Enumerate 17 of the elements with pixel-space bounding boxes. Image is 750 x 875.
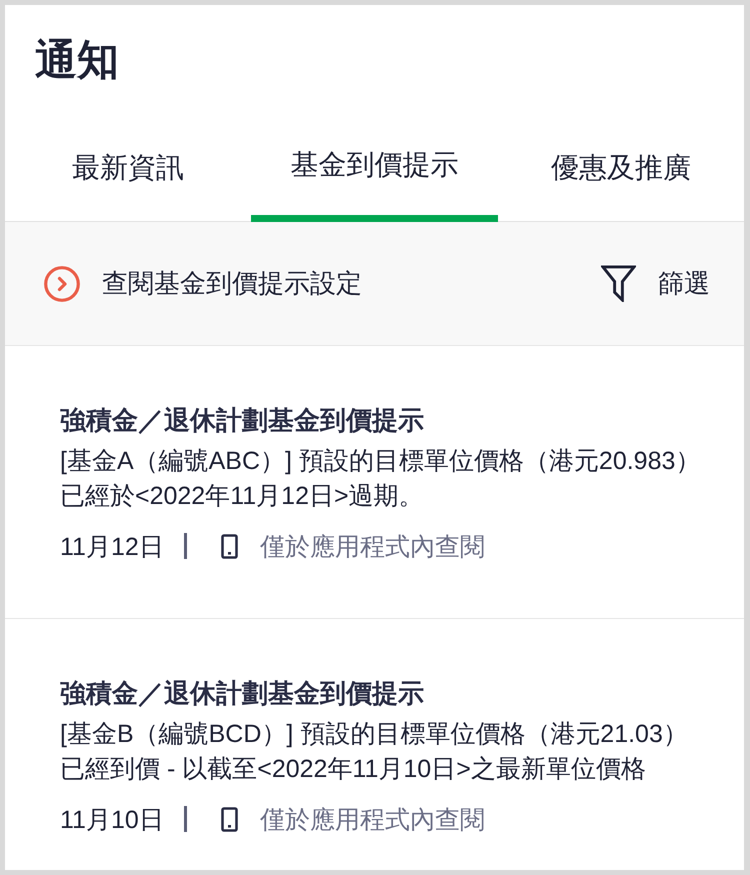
page-title: 通知 [35, 35, 119, 85]
notification-message: [基金A（編號ABC）] 預設的目標單位價格（港元20.983）已經於<2022年11月12日>過期。 [60, 446, 702, 512]
channel-label: 僅於應用程式內查閱 [260, 804, 485, 836]
settings-link[interactable]: 查閱基金到價提示設定 [44, 266, 362, 302]
notification-title: 強積金／退休計劃基金到價提示 [60, 677, 425, 710]
notification-date: 11月12日 [60, 532, 164, 562]
channel-label: 僅於應用程式內查閱 [260, 532, 485, 562]
chevron-circle-icon [44, 266, 80, 302]
notification-title: 強積金／退休計劃基金到價提示 [60, 404, 425, 437]
filter-button[interactable]: 篩選 [601, 265, 710, 302]
phone-icon [220, 534, 238, 558]
notification-message: [基金B（編號BCD）] 預設的目標單位價格（港元21.03）已經到價 - 以截至<2022年11月10日>之最新單位價格 [60, 719, 689, 785]
filter-icon [601, 265, 636, 302]
notification-date: 11月10日 [60, 804, 164, 836]
phone-icon [220, 806, 238, 832]
tab[interactable]: 最新資訊 [5, 130, 252, 222]
tab[interactable]: 優惠及推廣 [498, 130, 744, 222]
